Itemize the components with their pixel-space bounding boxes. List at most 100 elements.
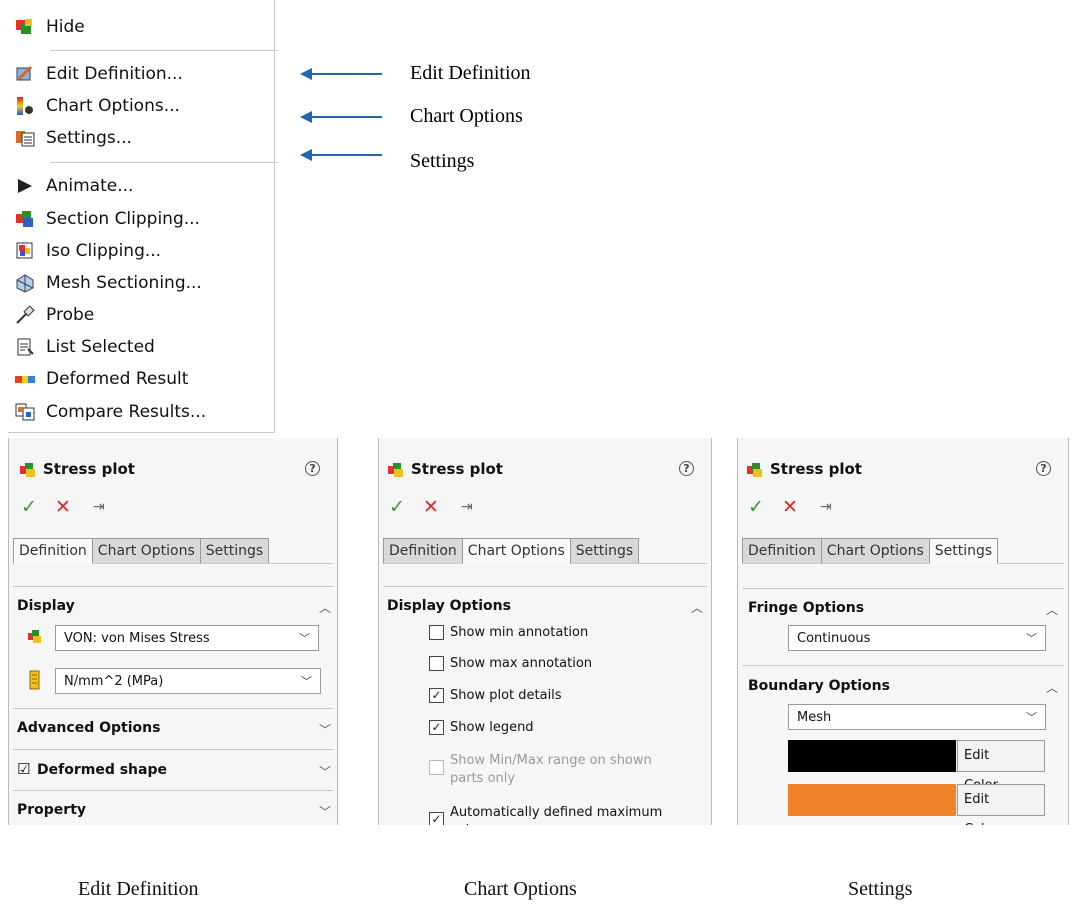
annotation-chart-options: Chart Options: [410, 105, 523, 127]
fringe-dropdown[interactable]: Continuous ﹀: [788, 625, 1046, 651]
chevron-down-icon[interactable]: ﹀: [319, 763, 331, 780]
divider: [383, 586, 707, 587]
show-plot-details-checkbox[interactable]: ✓: [429, 688, 444, 703]
tab-definition[interactable]: Definition: [742, 538, 822, 564]
tab-definition[interactable]: Definition: [13, 538, 93, 564]
tab-bar: Definition Chart Options Settings: [13, 538, 270, 564]
play-icon: [14, 175, 36, 197]
menu-item-label: Animate...: [46, 176, 134, 196]
tab-bar: Definition Chart Options Settings: [742, 538, 999, 564]
pin-icon[interactable]: ⇥: [461, 499, 473, 515]
boundary-color-swatch: [788, 740, 956, 772]
tab-chart-options[interactable]: Chart Options: [820, 538, 930, 564]
chevron-down-icon[interactable]: ﹀: [319, 721, 331, 738]
help-icon[interactable]: ?: [1036, 461, 1051, 476]
section-header-advanced-options[interactable]: Advanced Options: [17, 720, 160, 736]
chevron-up-icon[interactable]: ︿: [1046, 679, 1058, 696]
menu-item-animate[interactable]: Animate...: [8, 170, 274, 202]
fringe-color-swatch: [788, 784, 956, 816]
units-dropdown[interactable]: N/mm^2 (MPa) ﹀: [55, 668, 321, 694]
pin-icon[interactable]: ⇥: [93, 499, 105, 515]
chevron-up-icon[interactable]: ︿: [1046, 601, 1058, 618]
section-header-fringe-options[interactable]: Fringe Options: [748, 600, 864, 616]
divider: [13, 749, 333, 750]
checkbox-label: Show legend: [450, 720, 534, 735]
show-min-annotation-checkbox[interactable]: [429, 625, 444, 640]
panel-title: Stress plot: [411, 460, 503, 478]
menu-item-mesh-sectioning[interactable]: Mesh Sectioning...: [8, 267, 274, 299]
section-header-property[interactable]: Property: [17, 802, 86, 818]
tab-bar: Definition Chart Options Settings: [383, 538, 640, 564]
ok-button[interactable]: ✓: [21, 496, 37, 518]
divider: [13, 708, 333, 709]
chevron-up-icon[interactable]: ︿: [691, 599, 703, 616]
stress-plot-icon: [746, 460, 766, 482]
settings-icon: [14, 127, 36, 149]
units-value: N/mm^2 (MPa): [64, 674, 164, 689]
menu-item-edit-definition[interactable]: Edit Definition...: [8, 58, 274, 90]
menu-item-label: Compare Results...: [46, 402, 207, 422]
panel-title: Stress plot: [770, 460, 862, 478]
help-icon[interactable]: ?: [679, 461, 694, 476]
menu-item-iso-clipping[interactable]: Iso Clipping...: [8, 235, 274, 267]
menu-item-label: List Selected: [46, 337, 155, 357]
checkbox-label: Show min annotation: [450, 625, 589, 640]
auto-max-value-checkbox[interactable]: ✓: [429, 812, 444, 825]
tab-chart-options[interactable]: Chart Options: [461, 538, 571, 564]
boundary-dropdown[interactable]: Mesh ﹀: [788, 704, 1046, 730]
edit-color-button[interactable]: Edit Color...: [957, 740, 1045, 793]
annotation-settings: Settings: [410, 150, 475, 172]
chevron-down-icon: ﹀: [1026, 632, 1037, 645]
tab-settings[interactable]: Settings: [199, 538, 270, 564]
divider: [13, 586, 333, 587]
menu-item-label: Iso Clipping...: [46, 241, 162, 261]
section-header-display[interactable]: Display: [17, 598, 75, 614]
checkbox-label: Show max annotation: [450, 656, 593, 671]
pin-icon[interactable]: ⇥: [820, 499, 832, 515]
menu-separator: [50, 50, 278, 51]
tab-settings[interactable]: Settings: [928, 538, 999, 564]
cancel-button[interactable]: ✕: [423, 496, 439, 518]
show-max-annotation-checkbox[interactable]: [429, 656, 444, 671]
panel-title: Stress plot: [43, 460, 135, 478]
mesh-sectioning-icon: [14, 272, 36, 294]
stress-plot-icon: [19, 460, 39, 482]
ok-button[interactable]: ✓: [389, 496, 405, 518]
edit-color-button[interactable]: Edit Color...: [957, 784, 1045, 825]
deformed-shape-checkbox[interactable]: ☑: [17, 760, 30, 778]
component-dropdown[interactable]: VON: von Mises Stress ﹀: [55, 625, 319, 651]
help-icon[interactable]: ?: [305, 461, 320, 476]
section-header-deformed-shape[interactable]: Deformed shape: [37, 762, 167, 778]
menu-item-label: Hide: [46, 17, 85, 37]
chevron-down-icon[interactable]: ﹀: [319, 803, 331, 820]
caption-settings: Settings: [848, 878, 913, 900]
section-header-display-options[interactable]: Display Options: [387, 598, 511, 614]
menu-item-label: Mesh Sectioning...: [46, 273, 202, 293]
menu-item-probe[interactable]: Probe: [8, 299, 274, 331]
menu-item-compare-results[interactable]: Compare Results...: [8, 396, 274, 428]
ok-button[interactable]: ✓: [748, 496, 764, 518]
divider: [742, 588, 1064, 589]
menu-item-section-clipping[interactable]: Section Clipping...: [8, 203, 274, 235]
section-header-boundary-options[interactable]: Boundary Options: [748, 678, 890, 694]
menu-item-chart-options[interactable]: Chart Options...: [8, 90, 274, 122]
chevron-up-icon[interactable]: ︿: [319, 599, 331, 616]
divider: [13, 790, 333, 791]
component-icon: [27, 628, 45, 648]
stress-plot-panel-settings: Stress plot ? ✓ ✕ ⇥ Definition Chart Opt…: [737, 438, 1069, 825]
tab-definition[interactable]: Definition: [383, 538, 463, 564]
units-icon: [29, 670, 41, 694]
menu-item-settings[interactable]: Settings...: [8, 122, 274, 154]
tab-chart-options[interactable]: Chart Options: [91, 538, 201, 564]
menu-item-list-selected[interactable]: List Selected: [8, 331, 274, 363]
annotation-arrow: [300, 149, 382, 161]
tab-settings[interactable]: Settings: [569, 538, 640, 564]
cancel-button[interactable]: ✕: [55, 496, 71, 518]
menu-item-hide[interactable]: Hide: [8, 11, 274, 43]
section-clipping-icon: [14, 208, 36, 230]
menu-item-deformed-result[interactable]: Deformed Result: [8, 363, 274, 395]
show-legend-checkbox[interactable]: ✓: [429, 720, 444, 735]
stress-plot-icon: [387, 460, 407, 482]
cancel-button[interactable]: ✕: [782, 496, 798, 518]
menu-item-label: Settings...: [46, 128, 132, 148]
